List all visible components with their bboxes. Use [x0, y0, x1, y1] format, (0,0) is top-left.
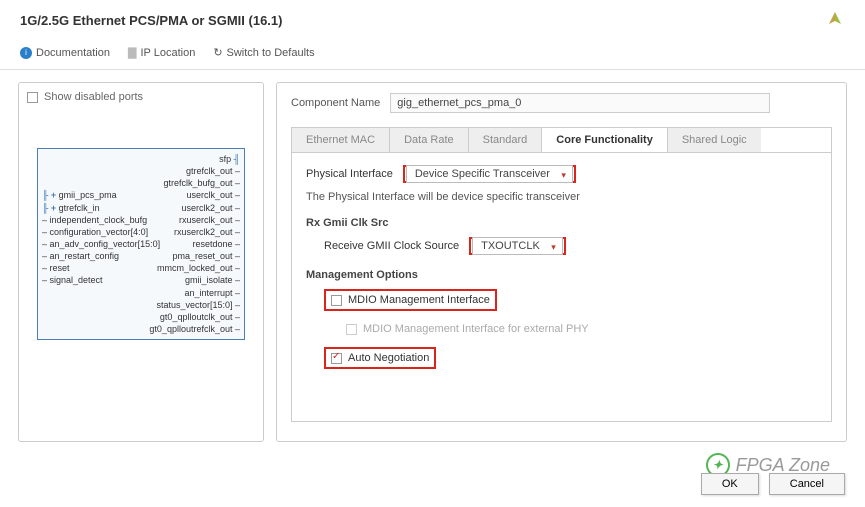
component-name-input[interactable]	[390, 93, 770, 113]
ip-block-symbol: sfp ╢ gtrefclk_out – gtrefclk_bufg_out –…	[37, 148, 245, 340]
tab-shared-logic[interactable]: Shared Logic	[668, 128, 761, 152]
mdio-external-phy-checkbox	[346, 324, 357, 335]
chevron-down-icon: ▾	[551, 242, 556, 253]
port-out: resetdone	[192, 239, 232, 249]
toolbar: i Documentation ▇ IP Location ↻ Switch t…	[0, 40, 865, 70]
physical-interface-select[interactable]: Device Specific Transceiver ▾	[406, 165, 573, 183]
port-out: status_vector[15:0]	[156, 300, 232, 310]
rx-gmii-section-title: Rx Gmii Clk Src	[306, 217, 817, 229]
mdio-management-label: MDIO Management Interface	[348, 294, 490, 306]
ok-button[interactable]: OK	[701, 473, 759, 495]
mdio-external-phy-label: MDIO Management Interface for external P…	[363, 323, 589, 335]
documentation-label: Documentation	[36, 47, 110, 59]
port-out: gmii_isolate	[185, 275, 233, 285]
port-in: gmii_pcs_pma	[59, 190, 117, 200]
switch-defaults-label: Switch to Defaults	[227, 47, 315, 59]
port-out: gtrefclk_bufg_out	[163, 178, 232, 188]
port-out: rxuserclk2_out	[174, 227, 233, 237]
physical-interface-hint: The Physical Interface will be device sp…	[306, 191, 817, 203]
port-in: gtrefclk_in	[59, 203, 100, 213]
rx-gmii-clock-value: TXOUTCLK	[481, 240, 540, 252]
window-title: 1G/2.5G Ethernet PCS/PMA or SGMII (16.1)	[20, 13, 282, 28]
tab-content: Physical Interface Device Specific Trans…	[291, 152, 832, 422]
mdio-management-checkbox[interactable]	[331, 295, 342, 306]
tab-ethernet-mac[interactable]: Ethernet MAC	[292, 128, 390, 152]
port-in: signal_detect	[50, 275, 103, 285]
show-disabled-ports-checkbox[interactable]	[27, 92, 38, 103]
tabs: Ethernet MAC Data Rate Standard Core Fun…	[291, 127, 832, 152]
port-in: reset	[50, 263, 70, 273]
block-diagram-panel: Show disabled ports sfp ╢ gtrefclk_out –…	[18, 82, 264, 442]
port-out: an_interrupt	[184, 288, 232, 298]
config-panel: Component Name Ethernet MAC Data Rate St…	[276, 82, 847, 442]
tab-standard[interactable]: Standard	[469, 128, 543, 152]
ip-location-link[interactable]: ▇ IP Location	[128, 46, 195, 59]
info-icon: i	[20, 47, 32, 59]
auto-negotiation-checkbox[interactable]	[331, 353, 342, 364]
tab-data-rate[interactable]: Data Rate	[390, 128, 469, 152]
port-in: configuration_vector[4:0]	[50, 227, 149, 237]
port-out: rxuserclk_out	[179, 215, 233, 225]
tab-core-functionality[interactable]: Core Functionality	[542, 128, 668, 152]
port-out: sfp	[219, 154, 231, 164]
chevron-down-icon: ▾	[561, 170, 566, 181]
ip-location-label: IP Location	[140, 47, 195, 59]
auto-negotiation-label: Auto Negotiation	[348, 352, 429, 364]
documentation-link[interactable]: i Documentation	[20, 47, 110, 59]
refresh-icon: ↻	[213, 46, 222, 59]
port-out: gt0_qplloutclk_out	[160, 312, 233, 322]
physical-interface-label: Physical Interface	[306, 168, 393, 180]
rx-gmii-clock-label: Receive GMII Clock Source	[324, 240, 459, 252]
vendor-logo-icon	[825, 10, 845, 30]
rx-gmii-clock-select[interactable]: TXOUTCLK ▾	[472, 237, 563, 255]
port-out: userclk2_out	[181, 203, 232, 213]
cancel-button[interactable]: Cancel	[769, 473, 845, 495]
port-in: an_restart_config	[50, 251, 120, 261]
port-out: mmcm_locked_out	[157, 263, 233, 273]
physical-interface-value: Device Specific Transceiver	[415, 168, 550, 180]
switch-defaults-link[interactable]: ↻ Switch to Defaults	[213, 46, 314, 59]
port-out: userclk_out	[186, 190, 232, 200]
show-disabled-ports-label: Show disabled ports	[44, 91, 143, 103]
folder-icon: ▇	[128, 46, 136, 59]
port-out: pma_reset_out	[172, 251, 232, 261]
port-in: an_adv_config_vector[15:0]	[50, 239, 161, 249]
port-in: independent_clock_bufg	[50, 215, 148, 225]
component-name-label: Component Name	[291, 97, 380, 109]
management-options-title: Management Options	[306, 269, 817, 281]
port-out: gt0_qplloutrefclk_out	[149, 324, 232, 334]
port-out: gtrefclk_out	[186, 166, 233, 176]
